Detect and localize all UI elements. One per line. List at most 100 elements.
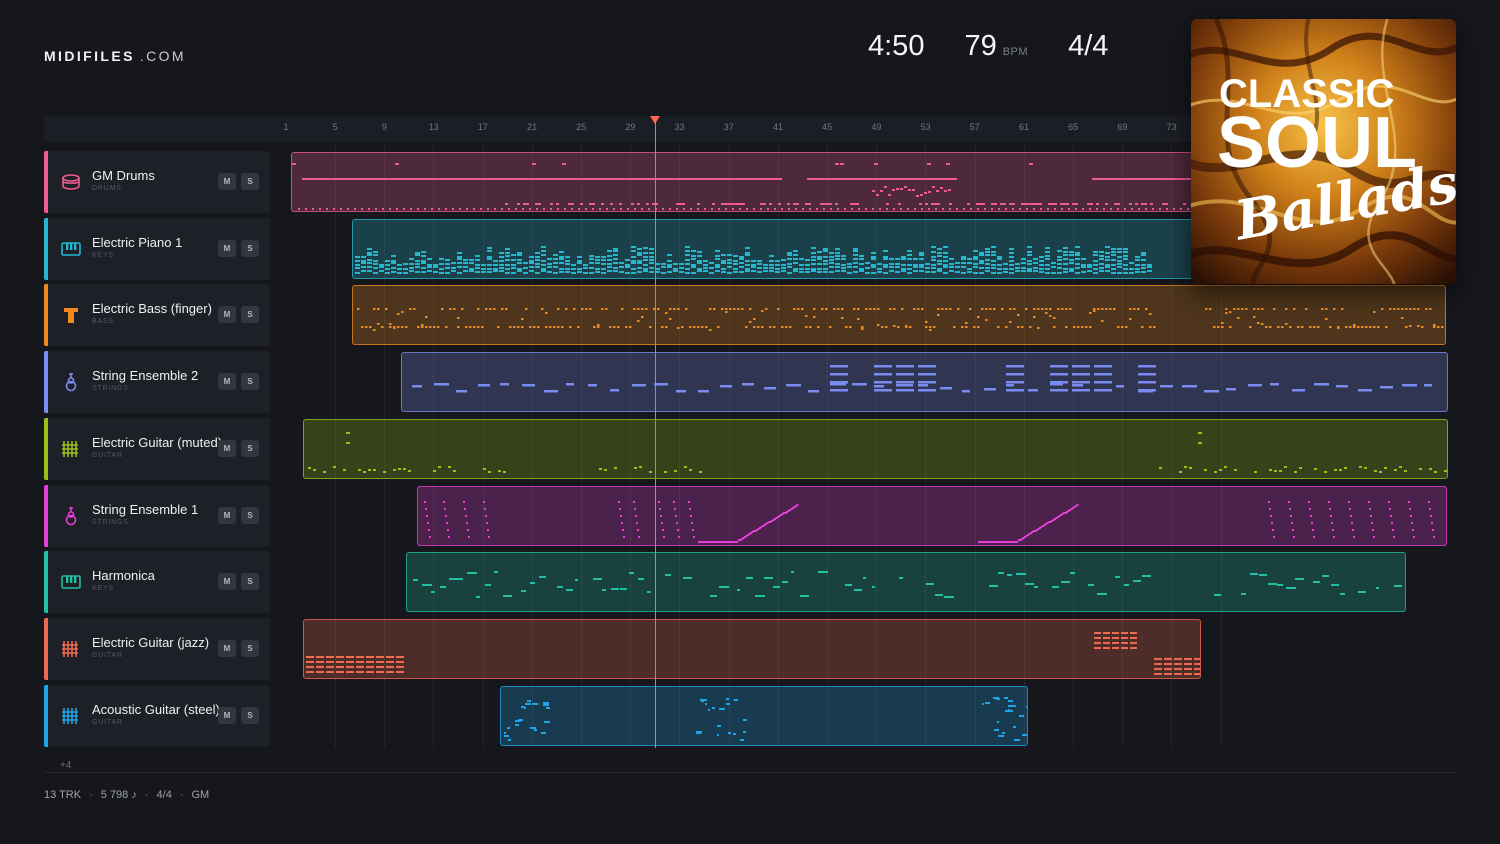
track-color-stripe <box>44 151 48 213</box>
track-color-stripe <box>44 418 48 480</box>
ruler-tick: 13 <box>428 122 439 132</box>
footer-divider <box>44 772 1456 773</box>
midi-notes <box>424 501 1435 543</box>
mute-button[interactable]: M <box>218 440 236 457</box>
midi-notes <box>357 308 1444 331</box>
ruler-tick: 69 <box>1117 122 1128 132</box>
footer-time-signature: 4/4 <box>156 789 172 801</box>
solo-button[interactable]: S <box>241 373 259 390</box>
ruler-tick: 9 <box>381 122 387 132</box>
mute-button[interactable]: M <box>218 373 236 390</box>
mute-button[interactable]: M <box>218 640 236 657</box>
track-category: GUITAR <box>92 652 123 659</box>
piano-icon <box>60 238 82 260</box>
ruler-tick: 65 <box>1068 122 1079 132</box>
album-cover: CLASSIC SOUL Ballads <box>1191 19 1456 284</box>
note-count: 5 798 ♪ <box>100 789 137 801</box>
tempo-unit: BPM <box>1002 46 1029 58</box>
midi-clip[interactable] <box>401 352 1448 412</box>
track-color-stripe <box>44 284 48 346</box>
violin-icon <box>60 505 82 527</box>
guitar-fret-icon <box>60 705 82 727</box>
guitar-fret-icon <box>60 638 82 660</box>
footer-summary: 13 TRK · 5 798 ♪ · 4/4 · GM <box>44 789 209 801</box>
ruler-tick: 41 <box>772 122 784 132</box>
mute-button[interactable]: M <box>218 573 236 590</box>
track-color-stripe <box>44 685 48 747</box>
track-category: KEYS <box>92 585 114 592</box>
ruler-tick: 37 <box>723 122 734 132</box>
mute-button[interactable]: M <box>218 507 236 524</box>
track-color-stripe <box>44 218 48 280</box>
drum-icon <box>60 171 82 193</box>
track-header[interactable]: Electric Piano 1 KEYS M S <box>44 218 270 280</box>
ruler-tick: 57 <box>969 122 980 132</box>
midi-clip[interactable] <box>406 552 1406 612</box>
mute-button[interactable]: M <box>218 173 236 190</box>
midi-clip[interactable] <box>500 686 1028 746</box>
tempo-value: 79 <box>964 30 997 62</box>
midi-notes <box>306 632 1200 675</box>
ruler-tick: 33 <box>674 122 685 132</box>
track-name: Electric Bass (finger) <box>92 301 212 316</box>
solo-button[interactable]: S <box>241 306 259 323</box>
footer-separator: · <box>89 789 93 801</box>
solo-button[interactable]: S <box>241 707 259 724</box>
ruler-tick: 61 <box>1018 122 1030 132</box>
mute-button[interactable]: M <box>218 707 236 724</box>
track-name: Electric Guitar (jazz) <box>92 635 210 650</box>
solo-button[interactable]: S <box>241 240 259 257</box>
more-tracks-count[interactable]: +4 <box>60 760 71 771</box>
track-category: STRINGS <box>92 519 129 526</box>
track-name: Acoustic Guitar (steel) <box>92 702 220 717</box>
brand-logo[interactable]: MIDIFILES .COM <box>44 48 186 64</box>
midi-clip[interactable] <box>417 486 1447 546</box>
track-category: DRUMS <box>92 185 122 192</box>
footer-separator: · <box>179 789 184 801</box>
piano-icon <box>60 571 82 593</box>
solo-button[interactable]: S <box>241 573 259 590</box>
ruler-tick: 73 <box>1166 122 1177 132</box>
song-stats: 4:50 79 BPM 4/4 <box>868 30 1108 63</box>
album-artwork: CLASSIC SOUL Ballads <box>1191 19 1456 284</box>
track-header[interactable]: GM Drums DRUMS M S <box>44 151 270 213</box>
midi-clip[interactable] <box>352 285 1446 345</box>
mute-button[interactable]: M <box>218 240 236 257</box>
track-header[interactable]: Electric Bass (finger) BASS M S <box>44 284 270 346</box>
midi-notes <box>308 432 1447 473</box>
brand-domain: .COM <box>139 48 186 64</box>
solo-button[interactable]: S <box>241 507 259 524</box>
ruler-tick: 21 <box>526 122 538 132</box>
track-color-stripe <box>44 351 48 413</box>
track-category: GUITAR <box>92 719 123 726</box>
midi-notes <box>504 697 1027 741</box>
midi-clip[interactable] <box>303 619 1201 679</box>
solo-button[interactable]: S <box>241 440 259 457</box>
track-header[interactable]: Harmonica KEYS M S <box>44 551 270 613</box>
midi-notes <box>413 571 1402 598</box>
track-color-stripe <box>44 485 48 547</box>
track-header[interactable]: String Ensemble 2 STRINGS M S <box>44 351 270 413</box>
time-signature: 4/4 <box>1068 30 1109 62</box>
playhead[interactable] <box>655 122 656 748</box>
violin-icon <box>60 371 82 393</box>
ruler-tick: 1 <box>283 122 289 132</box>
midi-standard: GM <box>191 789 210 801</box>
ruler-tick: 17 <box>477 122 488 132</box>
track-header[interactable]: String Ensemble 1 STRINGS M S <box>44 485 270 547</box>
track-color-stripe <box>44 551 48 613</box>
track-header[interactable]: Electric Guitar (jazz) GUITAR M S <box>44 618 270 680</box>
track-category: BASS <box>92 318 114 325</box>
track-name: Harmonica <box>92 568 155 583</box>
track-header[interactable]: Electric Guitar (muted) GUITAR M S <box>44 418 270 480</box>
midi-notes <box>412 365 1432 393</box>
track-color-stripe <box>44 618 48 680</box>
track-header[interactable]: Acoustic Guitar (steel) GUITAR M S <box>44 685 270 747</box>
track-name: Electric Guitar (muted) <box>92 435 223 450</box>
solo-button[interactable]: S <box>241 640 259 657</box>
duration: 4:50 <box>868 30 925 62</box>
solo-button[interactable]: S <box>241 173 259 190</box>
track-category: GUITAR <box>92 452 123 459</box>
mute-button[interactable]: M <box>218 306 236 323</box>
midi-clip[interactable] <box>303 419 1448 479</box>
